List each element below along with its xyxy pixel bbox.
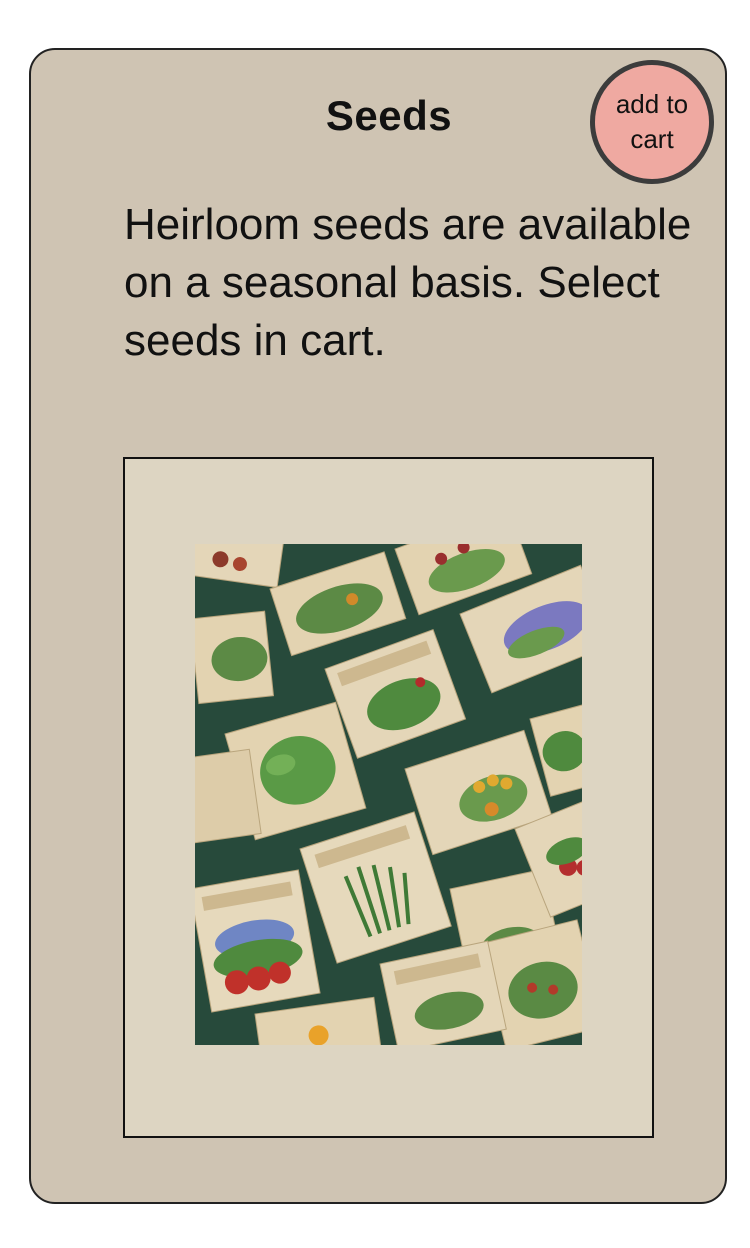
- seed-packets-illustration: [195, 544, 582, 1045]
- card-description: Heirloom seeds are available on a season…: [124, 200, 692, 365]
- add-to-cart-button[interactable]: add to cart: [590, 60, 714, 184]
- seed-packets-image: [195, 544, 582, 1045]
- add-to-cart-label: add to cart: [615, 89, 689, 154]
